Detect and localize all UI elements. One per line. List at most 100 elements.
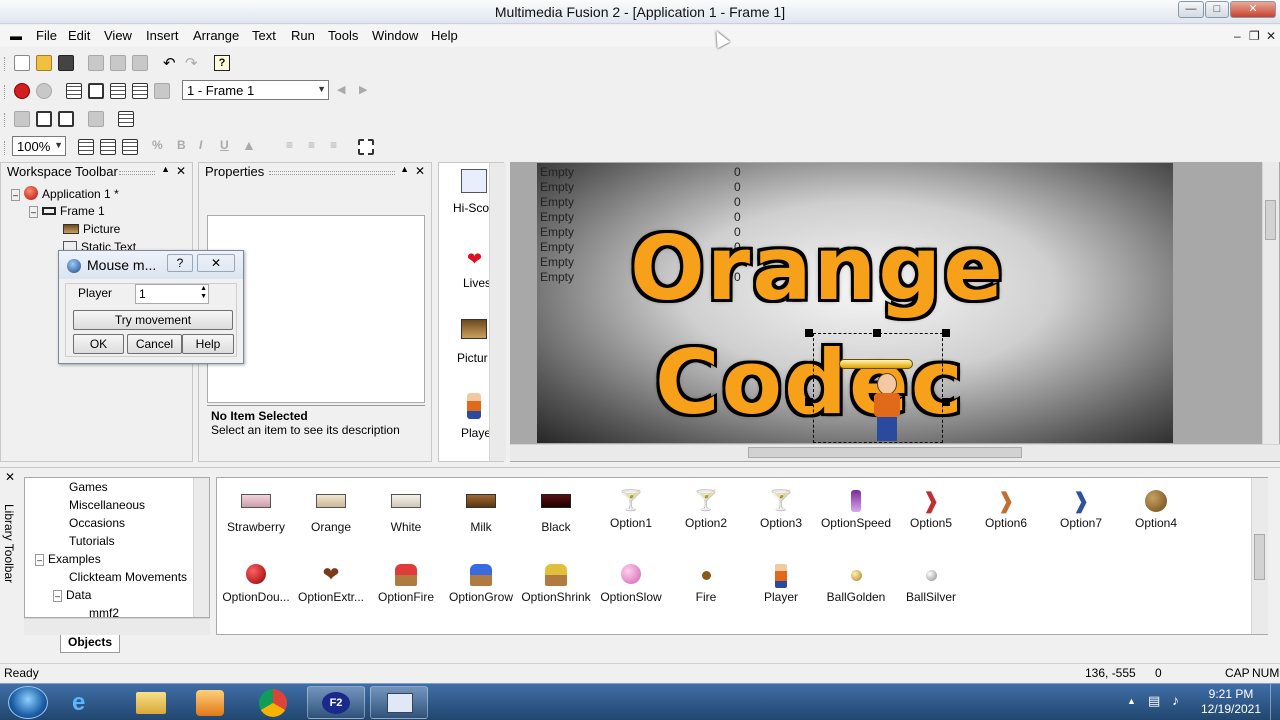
close-icon[interactable]: ✕ — [5, 470, 15, 484]
spinner-arrows-icon[interactable]: ▲ ▼ — [200, 285, 207, 301]
hiscore-icon[interactable] — [461, 169, 487, 193]
scroll-thumb[interactable] — [748, 447, 1022, 458]
tree-horizontal-scrollbar[interactable] — [24, 618, 210, 635]
library-item-option7[interactable]: ❱ Option7 — [1042, 490, 1120, 531]
open-file-icon[interactable] — [36, 55, 52, 71]
library-item-option4[interactable]: Option4 — [1117, 490, 1195, 530]
help-button[interactable]: Help — [182, 334, 234, 354]
grid-icon[interactable] — [118, 111, 134, 127]
tree-scrollbar[interactable] — [193, 478, 209, 617]
player-icon[interactable] — [467, 393, 481, 419]
collapse-icon[interactable]: – — [11, 189, 21, 201]
strip-label-player[interactable]: Playe — [461, 426, 491, 440]
menu-tools[interactable]: Tools — [328, 28, 358, 43]
previous-frame-icon[interactable]: ◀ — [337, 83, 345, 96]
mdi-minimize-icon[interactable]: – — [1234, 29, 1241, 43]
pin-icon[interactable]: ▲ — [400, 164, 409, 174]
align-center-icon[interactable]: ≡ — [308, 138, 315, 152]
tree-item-clickteam-movements[interactable]: Clickteam Movements — [69, 570, 187, 584]
paste-icon[interactable] — [132, 55, 148, 71]
save-icon[interactable] — [58, 55, 74, 71]
frame-editor-icon[interactable] — [88, 83, 104, 99]
strip-scrollbar[interactable] — [489, 163, 506, 461]
resize-handle[interactable] — [942, 329, 950, 337]
minimize-button[interactable]: — — [1178, 1, 1204, 18]
next-frame-icon[interactable]: ▶ — [359, 83, 367, 96]
library-item-player[interactable]: Player — [742, 564, 820, 604]
menu-run[interactable]: Run — [291, 28, 315, 43]
menu-edit[interactable]: Edit — [68, 28, 90, 43]
cut-icon[interactable] — [88, 55, 104, 71]
strip-label-hiscore[interactable]: Hi-Sco — [453, 201, 489, 215]
clock[interactable]: 9:21 PM 12/19/2021 — [1196, 687, 1266, 717]
library-item-option5[interactable]: ❱ Option5 — [892, 490, 970, 531]
bold-icon[interactable]: B — [177, 138, 186, 152]
zone-icon[interactable] — [58, 111, 74, 127]
taskbar-app-fusion[interactable]: F2 — [307, 686, 365, 719]
menu-text[interactable]: Text — [252, 28, 276, 43]
library-item-strawberry[interactable]: Strawberry — [217, 490, 295, 534]
maximize-button[interactable]: □ — [1205, 1, 1229, 18]
collapse-icon[interactable]: – — [35, 554, 45, 566]
library-item-milk[interactable]: Milk — [442, 490, 520, 534]
chrome-icon[interactable] — [259, 689, 287, 717]
collapse-icon[interactable]: – — [53, 590, 63, 602]
menu-insert[interactable]: Insert — [146, 28, 179, 43]
library-item-orange[interactable]: Orange — [292, 490, 370, 534]
event-editor-icon[interactable] — [110, 83, 126, 99]
library-item-black[interactable]: Black — [517, 490, 595, 534]
library-item-option3[interactable]: 🍸 Option3 — [742, 490, 820, 530]
menu-help[interactable]: Help — [431, 28, 458, 43]
library-item-option2[interactable]: 🍸 Option2 — [667, 490, 745, 530]
tree-item-picture[interactable]: Picture — [63, 222, 120, 236]
tree-item-application[interactable]: – Application 1 * — [11, 186, 119, 201]
align-right-icon[interactable]: ≡ — [330, 138, 337, 152]
library-item-optiondouble[interactable]: OptionDou... — [217, 564, 295, 604]
event-list-icon[interactable] — [132, 83, 148, 99]
frame-horizontal-scrollbar[interactable] — [510, 444, 1280, 461]
tree-item-data[interactable]: – Data — [53, 588, 91, 602]
new-file-icon[interactable] — [14, 55, 30, 71]
fit-selection-icon[interactable] — [358, 139, 374, 155]
library-item-fire[interactable]: Fire — [667, 564, 745, 604]
media-player-icon[interactable] — [196, 690, 224, 716]
show-desktop-button[interactable] — [1270, 684, 1280, 720]
scroll-thumb[interactable] — [1265, 200, 1276, 240]
close-icon[interactable]: ✕ — [415, 164, 425, 178]
close-icon[interactable]: ✕ — [176, 164, 186, 178]
text-color-icon[interactable]: ▲ — [242, 137, 256, 153]
copy-icon[interactable] — [110, 55, 126, 71]
align-left-icon[interactable]: ≡ — [286, 138, 293, 152]
toggle-icon[interactable] — [88, 111, 104, 127]
italic-icon[interactable]: I — [199, 138, 202, 152]
tree-item-frame[interactable]: – Frame 1 — [29, 204, 105, 218]
dialog-help-button[interactable]: ? — [167, 254, 193, 272]
layer-icon[interactable] — [14, 111, 30, 127]
show-grid-icon[interactable] — [78, 139, 94, 155]
resize-handle[interactable] — [805, 398, 813, 406]
close-button[interactable]: ✕ — [1230, 1, 1276, 18]
system-menu-icon[interactable]: ▬ — [10, 29, 22, 43]
tree-item-examples[interactable]: – Examples — [35, 552, 101, 566]
frame-vertical-scrollbar[interactable] — [1262, 162, 1279, 444]
try-movement-button[interactable]: Try movement — [73, 310, 233, 330]
redo-icon[interactable]: ↷ — [185, 54, 198, 72]
select-frame-icon[interactable] — [36, 111, 52, 127]
snap-grid-icon[interactable] — [100, 139, 116, 155]
volume-icon[interactable]: ♪ — [1172, 692, 1179, 708]
heart-icon[interactable]: ❤ — [467, 249, 482, 270]
grid-setup-icon[interactable] — [122, 139, 138, 155]
game-scene[interactable]: Empty 0 Empty 0 Empty 0 Empty 0 Empty 0 … — [537, 163, 1173, 443]
dialog-close-button[interactable]: ✕ — [197, 254, 235, 272]
resize-handle[interactable] — [805, 329, 813, 337]
start-button[interactable] — [8, 686, 48, 719]
frame-select[interactable]: 1 - Frame 1 ▼ — [182, 80, 329, 100]
underline-icon[interactable]: U — [220, 138, 229, 152]
tree-item-tutorials[interactable]: Tutorials — [69, 534, 115, 548]
library-item-optionextra[interactable]: ❤ OptionExtr... — [292, 564, 370, 604]
library-item-option6[interactable]: ❱ Option6 — [967, 490, 1045, 531]
tree-item-games[interactable]: Games — [69, 480, 108, 494]
back-icon[interactable] — [14, 83, 30, 99]
tree-item-miscellaneous[interactable]: Miscellaneous — [69, 498, 145, 512]
library-item-optionspeed[interactable]: OptionSpeed — [817, 490, 895, 530]
